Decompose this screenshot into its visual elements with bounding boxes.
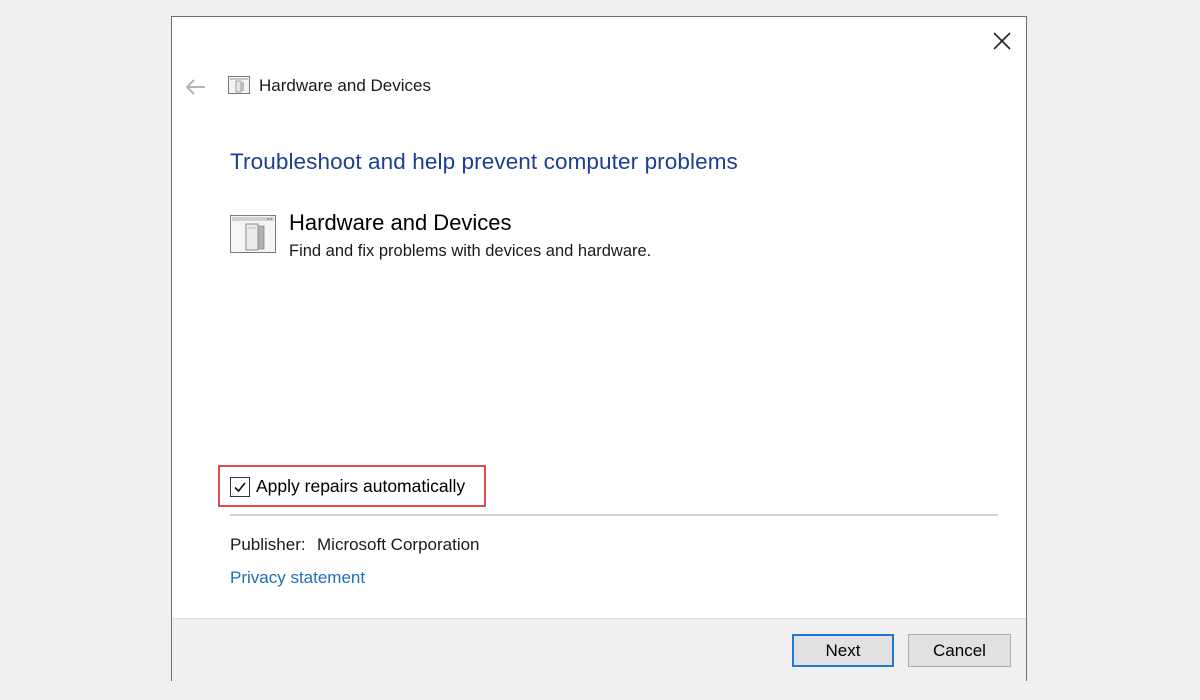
troubleshooter-description: Find and fix problems with devices and h… <box>289 242 652 260</box>
close-icon <box>993 32 1011 50</box>
cancel-button[interactable]: Cancel <box>908 634 1011 667</box>
troubleshooter-title: Hardware and Devices <box>289 210 512 235</box>
checkmark-icon <box>234 482 246 493</box>
apply-repairs-checkbox[interactable] <box>230 477 250 497</box>
apply-repairs-label[interactable]: Apply repairs automatically <box>256 476 465 497</box>
back-arrow-icon <box>185 79 205 95</box>
dialog-footer: Next Cancel <box>172 618 1026 681</box>
divider <box>230 514 998 516</box>
publisher-value: Microsoft Corporation <box>317 535 480 554</box>
troubleshooter-dialog: Hardware and Devices Troubleshoot and he… <box>171 16 1027 681</box>
hardware-devices-icon <box>228 76 250 94</box>
privacy-statement-link[interactable]: Privacy statement <box>230 568 365 588</box>
close-button[interactable] <box>990 29 1014 53</box>
header-title: Hardware and Devices <box>259 76 431 95</box>
hardware-devices-icon <box>230 215 276 253</box>
page-title: Troubleshoot and help prevent computer p… <box>230 149 738 174</box>
next-button[interactable]: Next <box>792 634 894 667</box>
back-button[interactable] <box>184 75 208 99</box>
publisher-label: Publisher: <box>230 535 306 554</box>
